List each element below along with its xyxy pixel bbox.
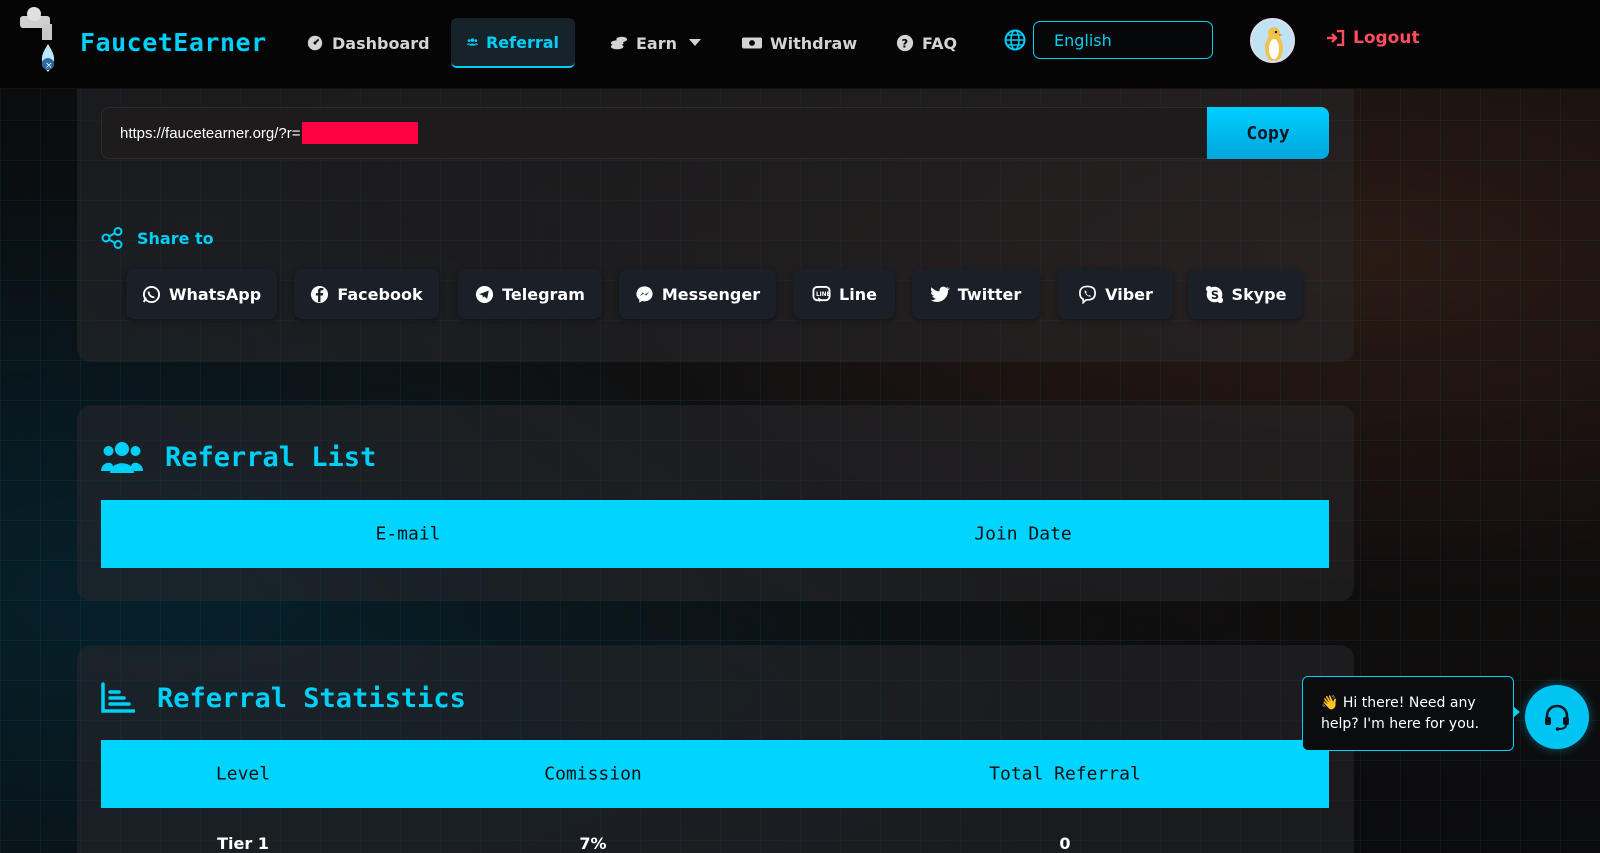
referral-list-heading: Referral List	[101, 440, 376, 474]
svg-text:S: S	[1210, 287, 1218, 301]
column-header-commission: Comission	[544, 763, 642, 785]
stats-commission-cell: 7%	[579, 834, 607, 853]
line-icon: LINE	[812, 285, 831, 302]
chat-greeting-bubble[interactable]: 👋 Hi there! Need any help? I'm here for …	[1302, 676, 1520, 751]
nav-dashboard[interactable]: Dashboard	[290, 18, 446, 68]
referral-list-header: E-mail Join Date	[101, 500, 1329, 568]
share-line-label: Line	[839, 284, 877, 304]
stats-level-cell: Tier 1	[217, 834, 269, 853]
share-to-text: Share to	[137, 228, 214, 248]
referral-link-field[interactable]: https://faucetearner.org/?r=	[101, 107, 1209, 159]
share-skype-button[interactable]: S Skype	[1188, 269, 1303, 319]
share-whatsapp-label: WhatsApp	[168, 284, 262, 304]
money-bill-icon	[742, 37, 762, 49]
sign-out-icon	[1327, 30, 1345, 46]
share-messenger-label: Messenger	[661, 284, 761, 304]
share-viber-label: Viber	[1105, 284, 1153, 304]
share-whatsapp-button[interactable]: WhatsApp	[126, 269, 277, 319]
headset-icon	[1545, 704, 1569, 731]
referral-statistics-heading: Referral Statistics	[101, 682, 466, 714]
share-to-label: Share to	[101, 227, 214, 249]
brand-name: FaucetEarner	[80, 28, 267, 57]
penguin-avatar-icon	[1265, 27, 1283, 61]
skype-icon: S	[1205, 285, 1223, 303]
share-viber-button[interactable]: Viber	[1058, 269, 1173, 319]
logout-label: Logout	[1353, 28, 1420, 48]
stats-total-referral-cell: 0	[1059, 834, 1071, 853]
faucet-logo-icon: ×	[12, 4, 64, 76]
referral-list-title: Referral List	[165, 441, 377, 473]
globe-icon	[1004, 29, 1026, 51]
redacted-referral-code	[301, 122, 418, 144]
twitter-bird-icon	[930, 286, 950, 302]
referral-url: https://faucetearner.org/?r=	[120, 124, 301, 142]
share-facebook-button[interactable]: Facebook	[294, 269, 439, 319]
avatar[interactable]	[1250, 18, 1295, 63]
share-messenger-button[interactable]: Messenger	[619, 269, 776, 319]
nav-dashboard-label: Dashboard	[332, 33, 430, 53]
users-icon	[467, 38, 478, 46]
referral-statistics-title: Referral Statistics	[157, 682, 466, 714]
nav-earn-dropdown[interactable]: Earn	[594, 18, 717, 68]
coins-icon	[610, 36, 628, 50]
svg-text:×: ×	[45, 61, 53, 71]
dashboard-gauge-icon	[307, 35, 323, 51]
viber-icon	[1079, 285, 1097, 304]
nav-withdraw-label: Withdraw	[770, 33, 858, 53]
telegram-icon	[476, 285, 494, 303]
question-circle-icon: ?	[896, 34, 914, 52]
column-header-email: E-mail	[375, 523, 441, 545]
share-facebook-label: Facebook	[337, 284, 423, 304]
top-navbar: × FaucetEarner Dashboard Referral Earn W…	[0, 0, 1600, 89]
nav-referral[interactable]: Referral	[451, 18, 575, 68]
caret-down-icon	[689, 39, 702, 46]
logout-button[interactable]: Logout	[1327, 28, 1420, 48]
nav-withdraw[interactable]: Withdraw	[726, 18, 873, 68]
facebook-icon	[311, 285, 329, 303]
share-twitter-label: Twitter	[957, 284, 1022, 304]
share-icon	[101, 227, 123, 249]
brand[interactable]: × FaucetEarner	[12, 4, 266, 76]
nav-faq-label: FAQ	[922, 33, 958, 53]
language-select[interactable]: English	[1033, 21, 1213, 59]
copy-button[interactable]: Copy	[1207, 107, 1329, 159]
share-line-button[interactable]: LINE Line	[794, 269, 895, 319]
column-header-join-date: Join Date	[974, 523, 1072, 545]
share-telegram-label: Telegram	[502, 284, 585, 304]
column-header-total-referral: Total Referral	[989, 763, 1141, 785]
whatsapp-icon	[142, 285, 160, 303]
share-telegram-button[interactable]: Telegram	[458, 269, 602, 319]
users-icon	[101, 442, 143, 473]
support-chat-button[interactable]	[1525, 685, 1589, 749]
referral-statistics-header: Level Comission Total Referral	[101, 740, 1329, 808]
share-twitter-button[interactable]: Twitter	[912, 269, 1040, 319]
chart-bar-icon	[101, 682, 135, 713]
nav-faq[interactable]: ? FAQ	[880, 18, 973, 68]
share-skype-label: Skype	[1231, 284, 1287, 304]
svg-text:?: ?	[901, 37, 908, 51]
nav-earn-label: Earn	[636, 33, 678, 53]
column-header-level: Level	[215, 763, 271, 785]
svg-text:LINE: LINE	[816, 292, 831, 298]
nav-referral-label: Referral	[485, 32, 559, 52]
messenger-icon	[636, 285, 653, 303]
